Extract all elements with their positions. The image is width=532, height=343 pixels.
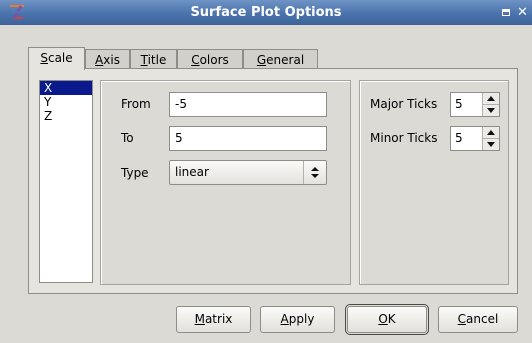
range-group: From -5 To 5 Type linear	[100, 80, 351, 285]
tab-title[interactable]: Title	[130, 49, 177, 69]
major-ticks-label: Major Ticks	[370, 97, 438, 111]
minor-ticks-value: 5	[455, 131, 463, 145]
major-ticks-value: 5	[455, 97, 463, 111]
spin-up-icon[interactable]	[483, 93, 499, 105]
axis-item-x[interactable]: X	[40, 81, 92, 95]
close-button[interactable]: ✕	[515, 5, 530, 20]
type-label: Type	[121, 166, 149, 180]
spin-down-icon[interactable]	[483, 139, 499, 150]
type-select-value: linear	[175, 165, 209, 179]
axis-list[interactable]: X Y Z	[39, 80, 93, 283]
to-label: To	[121, 131, 134, 145]
matrix-button[interactable]: Matrix	[176, 306, 251, 333]
close-icon: ✕	[517, 5, 528, 20]
updown-arrows-icon	[303, 161, 326, 184]
to-input[interactable]: 5	[169, 126, 327, 151]
title-bar: Surface Plot Options ✕	[0, 0, 532, 25]
scale-tab-panel: X Y Z From -5 To 5 Type linear Major Tic…	[28, 68, 518, 294]
tab-axis[interactable]: Axis	[85, 49, 130, 69]
spin-arrows	[482, 93, 499, 116]
tab-general[interactable]: General	[243, 49, 318, 69]
ticks-group: Major Ticks 5 Minor Ticks 5	[359, 80, 509, 285]
spin-down-icon[interactable]	[483, 105, 499, 116]
maximize-button[interactable]	[498, 5, 513, 20]
ok-button[interactable]: OK	[345, 304, 429, 335]
type-select[interactable]: linear	[169, 160, 327, 185]
maximize-icon	[501, 9, 510, 16]
from-input[interactable]: -5	[169, 92, 327, 117]
tab-colors[interactable]: Colors	[177, 49, 243, 69]
axis-item-y[interactable]: Y	[40, 95, 92, 109]
from-label: From	[121, 97, 151, 111]
window-title: Surface Plot Options	[190, 5, 342, 20]
axis-item-z[interactable]: Z	[40, 109, 92, 123]
spin-up-icon[interactable]	[483, 127, 499, 139]
spin-arrows	[482, 127, 499, 150]
tab-scale[interactable]: Scale	[28, 47, 85, 70]
minor-ticks-label: Minor Ticks	[370, 131, 438, 145]
apply-button[interactable]: Apply	[260, 306, 335, 333]
major-ticks-spinbox[interactable]: 5	[450, 92, 500, 117]
cancel-button[interactable]: Cancel	[438, 306, 518, 333]
minor-ticks-spinbox[interactable]: 5	[450, 126, 500, 151]
